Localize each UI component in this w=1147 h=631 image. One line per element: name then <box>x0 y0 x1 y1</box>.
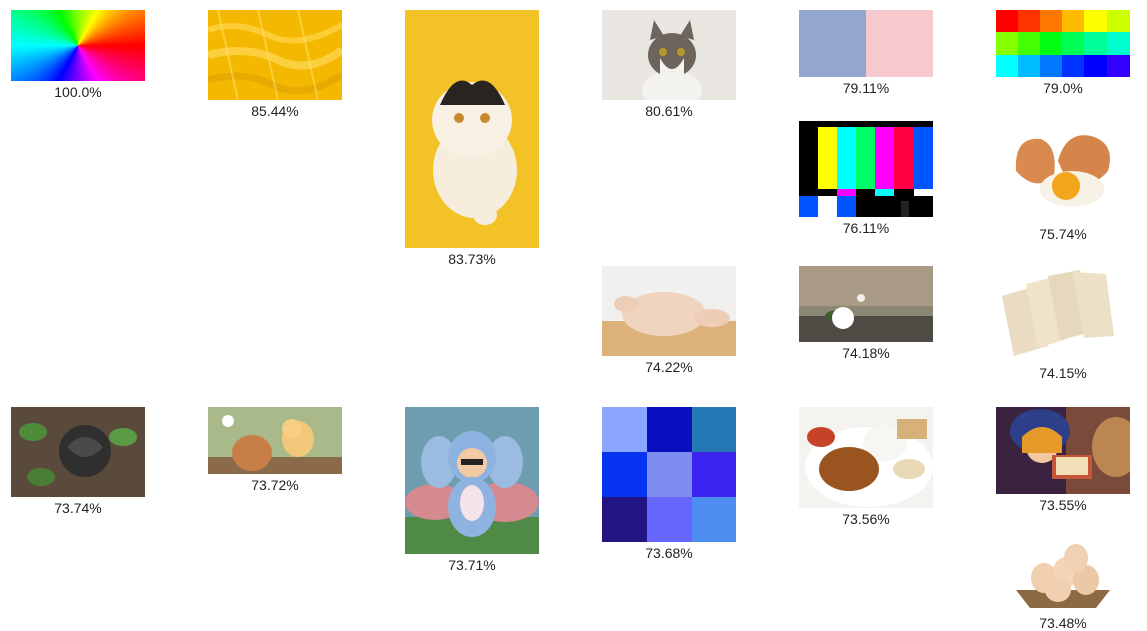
result-thumbnail[interactable] <box>11 10 145 81</box>
result-thumbnail[interactable] <box>996 121 1130 223</box>
result-thumbnail[interactable] <box>602 266 736 356</box>
similarity-score: 73.56% <box>842 511 890 527</box>
result-thumbnail[interactable] <box>996 528 1130 612</box>
result-card[interactable]: 85.44% <box>208 10 342 119</box>
result-thumbnail[interactable] <box>996 266 1130 362</box>
result-card[interactable]: 80.61% <box>602 10 736 119</box>
result-thumbnail[interactable] <box>11 407 145 497</box>
result-thumbnail[interactable] <box>799 266 933 342</box>
result-thumbnail[interactable] <box>996 407 1130 494</box>
similarity-score: 83.73% <box>448 251 496 267</box>
result-card[interactable]: 73.55% <box>996 407 1130 513</box>
result-card[interactable]: 74.18% <box>799 266 933 361</box>
result-card[interactable]: 73.48% <box>996 528 1130 631</box>
result-card[interactable]: 76.11% <box>799 121 933 236</box>
similarity-score: 74.18% <box>842 345 890 361</box>
result-card[interactable]: 79.0% <box>996 10 1130 96</box>
result-card[interactable]: 73.72% <box>208 407 342 493</box>
result-thumbnail[interactable] <box>405 10 539 248</box>
similarity-score: 73.68% <box>645 545 693 561</box>
similarity-score: 73.72% <box>251 477 299 493</box>
result-thumbnail[interactable] <box>799 407 933 508</box>
result-card[interactable]: 79.11% <box>799 10 933 96</box>
result-card[interactable]: 83.73% <box>405 10 539 267</box>
similarity-score: 76.11% <box>842 220 890 236</box>
result-card[interactable]: 74.22% <box>602 266 736 375</box>
similarity-score: 75.74% <box>1039 226 1087 242</box>
result-thumbnail[interactable] <box>602 10 736 100</box>
result-card[interactable]: 73.71% <box>405 407 539 573</box>
result-thumbnail[interactable] <box>602 407 736 542</box>
similarity-score: 73.71% <box>448 557 496 573</box>
result-thumbnail[interactable] <box>208 10 342 100</box>
similarity-score: 79.0% <box>1043 80 1083 96</box>
result-card[interactable]: 73.74% <box>11 407 145 516</box>
similarity-score: 80.61% <box>645 103 693 119</box>
result-thumbnail[interactable] <box>405 407 539 554</box>
result-thumbnail[interactable] <box>799 121 933 217</box>
result-card[interactable]: 75.74% <box>996 121 1130 242</box>
result-card[interactable]: 73.68% <box>602 407 736 561</box>
image-results-gallery: 100.0% 85.44% 83.73% 80.61% 79.11% 79.0%… <box>0 0 1147 631</box>
similarity-score: 79.11% <box>842 80 890 96</box>
similarity-score: 85.44% <box>251 103 299 119</box>
result-thumbnail[interactable] <box>208 407 342 474</box>
result-thumbnail[interactable] <box>996 10 1130 77</box>
similarity-score: 73.55% <box>1039 497 1087 513</box>
similarity-score: 74.22% <box>645 359 693 375</box>
result-card[interactable]: 74.15% <box>996 266 1130 381</box>
similarity-score: 100.0% <box>54 84 102 100</box>
similarity-score: 74.15% <box>1039 365 1087 381</box>
result-card[interactable]: 73.56% <box>799 407 933 527</box>
similarity-score: 73.74% <box>54 500 102 516</box>
similarity-score: 73.48% <box>1039 615 1087 631</box>
result-card[interactable]: 100.0% <box>11 10 145 100</box>
result-thumbnail[interactable] <box>799 10 933 77</box>
